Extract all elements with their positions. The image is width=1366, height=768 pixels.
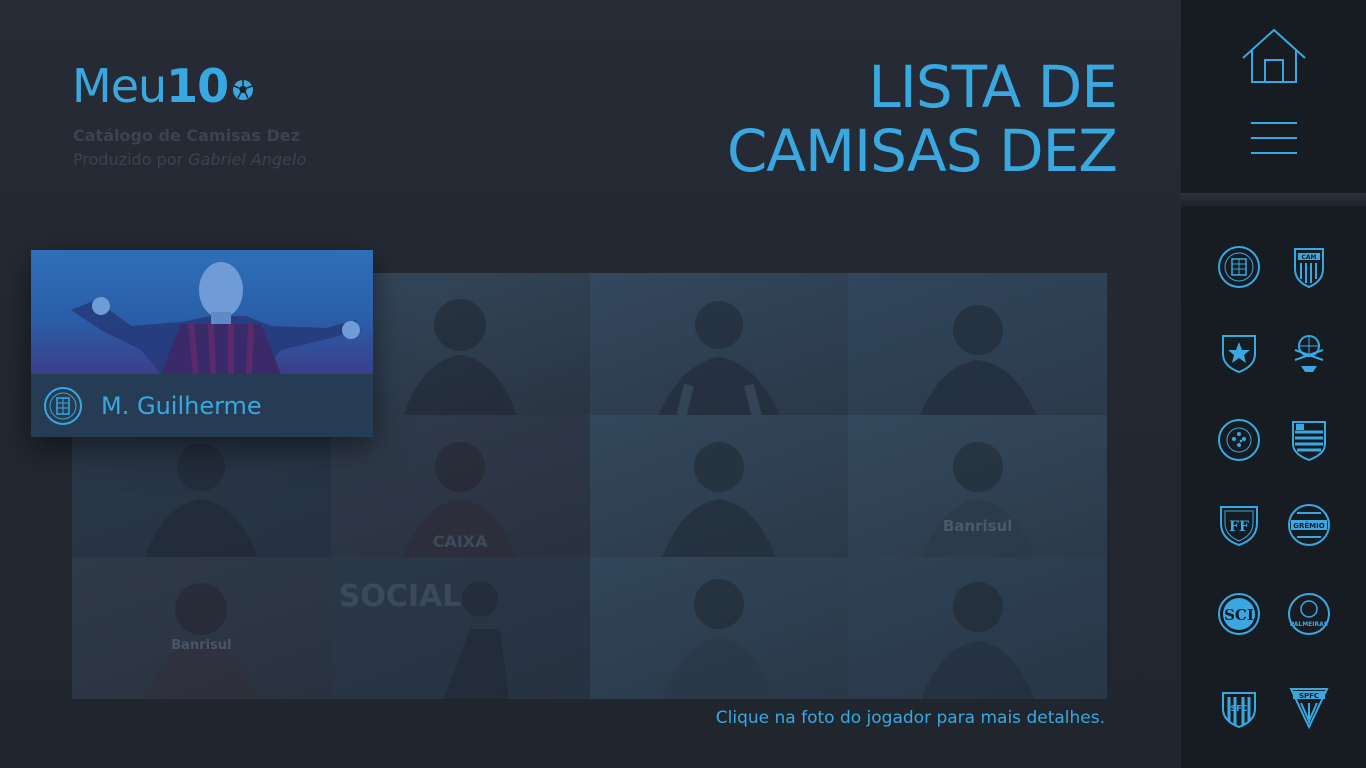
player-photo [144, 583, 258, 699]
santos-crest-icon[interactable]: SFC [1217, 685, 1261, 729]
credit-line: Produzido por Gabriel Angelo [73, 150, 306, 169]
sidebar: CAM FF GRÊMIO SCI PALMEIRAS SFC SPFC [1181, 0, 1366, 768]
svg-text:FF: FF [1229, 519, 1249, 535]
page-title-line1: LISTA DE [868, 53, 1118, 121]
player-photo [71, 262, 361, 374]
svg-text:PALMEIRAS: PALMEIRAS [1290, 621, 1328, 628]
player-card[interactable] [848, 273, 1107, 415]
menu-bar [1251, 137, 1297, 139]
internacional-crest-icon[interactable]: SCI [1217, 592, 1261, 636]
soccer-ball-icon [233, 80, 254, 100]
player-card[interactable] [589, 415, 849, 557]
fluminense-crest-icon[interactable]: FF [1217, 503, 1261, 547]
svg-text:SCI: SCI [1224, 606, 1254, 624]
player-card[interactable]: Banrisul [848, 415, 1107, 557]
player-photo [662, 579, 776, 699]
svg-text:SPFC: SPFC [1299, 692, 1319, 700]
page-title-line2: CAMISAS DEZ [726, 117, 1118, 185]
athletico-crest-icon[interactable] [1217, 245, 1261, 289]
credit-author: Gabriel Angelo [188, 150, 307, 169]
player-photo [921, 582, 1035, 699]
credit-prefix: Produzido por [73, 150, 184, 169]
menu-bar [1251, 122, 1297, 124]
player-photo [658, 301, 780, 415]
menu-bar [1251, 152, 1297, 154]
gremio-crest-icon[interactable]: GRÊMIO [1287, 503, 1331, 547]
logo-number: 10 [166, 59, 229, 113]
app-logo[interactable]: Meu 10 [72, 58, 254, 114]
svg-text:GRÊMIO: GRÊMIO [1293, 521, 1324, 530]
player-photo [403, 299, 517, 415]
player-photo [919, 305, 1036, 415]
sponsor-text: Banrisul [171, 638, 232, 653]
sponsor-text: Banrisul [942, 517, 1013, 535]
botafogo-crest-icon[interactable] [1217, 330, 1261, 374]
page-title: LISTA DE CAMISAS DEZ [597, 53, 1118, 185]
logo-text: Meu [72, 59, 167, 113]
player-card[interactable]: SOCIAL [330, 557, 590, 699]
atletico-mineiro-crest-icon[interactable]: CAM [1287, 245, 1331, 289]
svg-text:CAM: CAM [1301, 254, 1316, 261]
grid-hint-text: Clique na foto do jogador para mais deta… [715, 708, 1105, 728]
sponsor-text: CAIXA [432, 532, 488, 551]
sidebar-divider [1181, 193, 1366, 207]
sidebar-nav [1181, 0, 1366, 193]
featured-player-photo [31, 250, 373, 374]
main-panel: Meu 10 Catálogo de Camisas Dez Produzido… [0, 0, 1181, 768]
featured-player-card[interactable]: M. Guilherme [31, 250, 373, 437]
athletico-crest-icon [44, 386, 82, 425]
menu-icon[interactable] [1251, 122, 1297, 158]
player-card[interactable] [589, 273, 849, 415]
corinthians-crest-icon[interactable] [1287, 330, 1331, 374]
player-card[interactable]: Banrisul [72, 557, 331, 699]
home-icon[interactable] [1241, 28, 1307, 86]
catalog-subtitle: Catálogo de Camisas Dez [73, 126, 300, 145]
cruzeiro-crest-icon[interactable] [1217, 418, 1261, 462]
palmeiras-crest-icon[interactable]: PALMEIRAS [1287, 592, 1331, 636]
featured-player-label: M. Guilherme [31, 374, 373, 437]
player-photo [662, 442, 776, 557]
player-photo [144, 443, 258, 557]
player-card[interactable] [589, 557, 849, 699]
svg-text:SFC: SFC [1230, 704, 1247, 713]
sao-paulo-crest-icon[interactable]: SPFC [1287, 685, 1331, 729]
featured-player-name: M. Guilherme [101, 391, 262, 420]
player-card[interactable] [848, 557, 1107, 699]
flamengo-crest-icon[interactable] [1287, 418, 1331, 462]
player-photo [443, 581, 509, 699]
player-photo [921, 442, 1035, 557]
